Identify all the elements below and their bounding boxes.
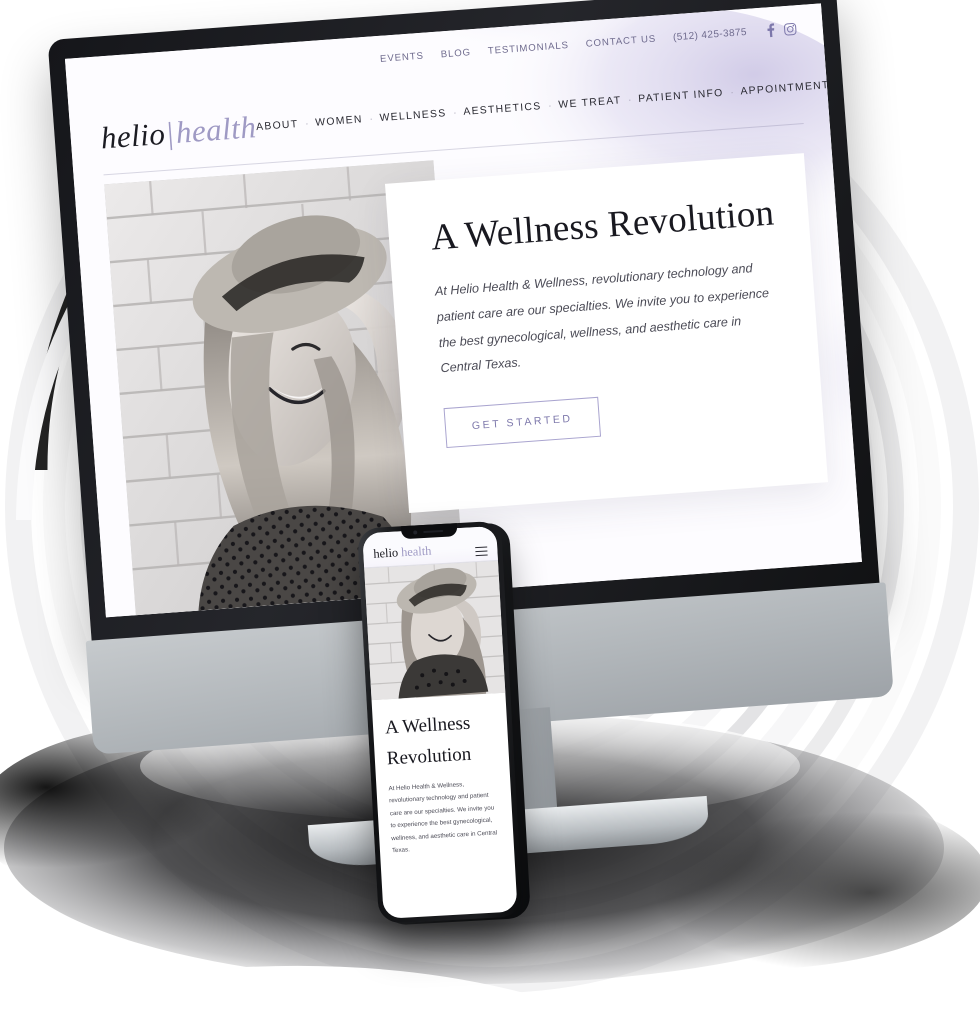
mobile-hero-copy: A Wellness Revolution At Helio Health & … <box>372 693 515 859</box>
hamburger-menu-icon[interactable] <box>475 546 488 557</box>
mobile-hero-heading-line2: Revolution <box>386 743 472 770</box>
topbar-link-testimonials[interactable]: TESTIMONIALS <box>487 40 569 57</box>
nav-item-aesthetics[interactable]: AESTHETICS <box>463 101 542 118</box>
facebook-icon[interactable] <box>766 23 775 38</box>
hamburger-bar <box>475 553 488 557</box>
nav-item-we-treat[interactable]: WE TREAT <box>558 95 622 111</box>
nav-separator: · <box>304 118 309 129</box>
mobile-site-logo[interactable]: helio health <box>373 544 432 562</box>
social-links <box>766 21 797 38</box>
nav-separator: · <box>627 94 632 105</box>
logo-separator: | <box>165 115 176 151</box>
topbar-link-blog[interactable]: BLOG <box>440 47 471 60</box>
site-logo[interactable]: helio|health <box>100 109 258 156</box>
mobile-hero-image <box>364 560 506 701</box>
nav-separator: · <box>369 113 374 124</box>
hamburger-bar <box>475 550 488 553</box>
mobile-hero-heading-line1: A Wellness <box>384 712 471 739</box>
earpiece-speaker <box>423 529 444 533</box>
instagram-icon[interactable] <box>783 22 797 36</box>
mobile-logo-secondary: health <box>400 543 432 560</box>
nav-separator: · <box>453 107 457 118</box>
iphone-mockup: helio health A Wellness Revolution At He… <box>356 520 537 928</box>
phone-number[interactable]: (512) 425-3875 <box>673 26 748 42</box>
nav-item-appointments[interactable]: APPOINTMENTS <box>740 79 838 97</box>
nav-item-wellness[interactable]: WELLNESS <box>379 108 447 124</box>
logo-primary: helio <box>99 115 167 156</box>
mobile-hero-body: At Helio Health & Wellness, revolutionar… <box>388 781 498 855</box>
logo-secondary: health <box>174 109 258 150</box>
main-navigation: ABOUT · WOMEN · WELLNESS · AESTHETICS · … <box>256 79 842 133</box>
topbar-link-contact-us[interactable]: CONTACT US <box>585 33 656 49</box>
mockup-scene: EVENTS BLOG TESTIMONIALS CONTACT US (512… <box>0 0 980 1024</box>
hamburger-bar <box>475 546 488 549</box>
nav-item-women[interactable]: WOMEN <box>315 114 363 128</box>
hero-heading: A Wellness Revolution <box>429 192 776 259</box>
topbar-link-events[interactable]: EVENTS <box>380 50 424 64</box>
nav-item-about[interactable]: ABOUT <box>256 119 299 133</box>
iphone-screen: helio health A Wellness Revolution At He… <box>362 525 518 919</box>
nav-item-patient-info[interactable]: PATIENT INFO <box>638 87 724 104</box>
nav-separator: · <box>548 100 552 111</box>
front-camera-icon <box>413 529 418 535</box>
hero-card: A Wellness Revolution At Helio Health & … <box>384 153 829 513</box>
mobile-logo-primary: helio <box>372 545 399 561</box>
nav-separator: · <box>730 87 734 98</box>
iphone-body: helio health A Wellness Revolution At He… <box>356 520 523 925</box>
get-started-button[interactable]: GET STARTED <box>443 397 602 449</box>
hero-body: At Helio Health & Wellness, revolutionar… <box>434 261 770 376</box>
